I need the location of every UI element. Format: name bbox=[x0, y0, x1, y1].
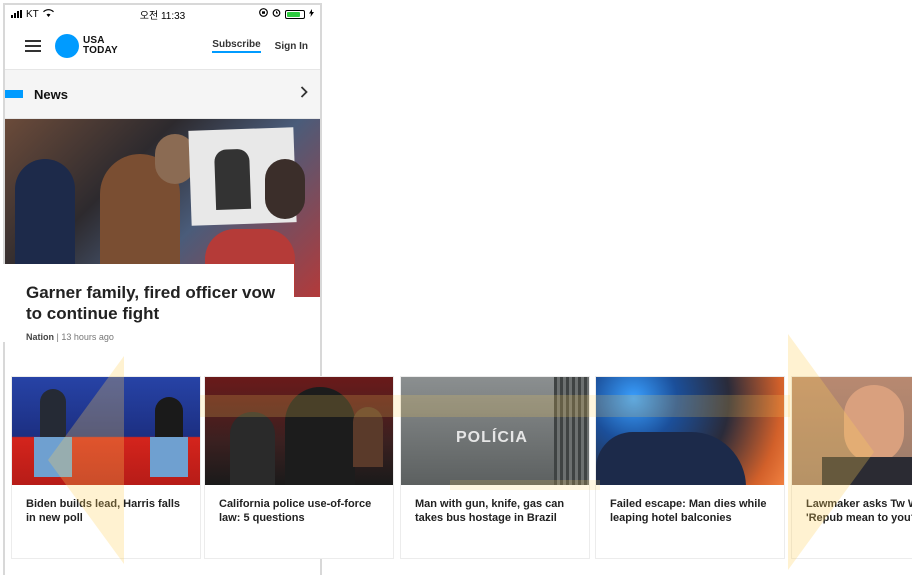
usa-today-logo-icon[interactable] bbox=[55, 34, 79, 58]
story-image bbox=[596, 377, 784, 485]
app-header: USA TODAY Subscribe Sign In bbox=[5, 23, 320, 70]
brand-logo-text[interactable]: USA TODAY bbox=[83, 36, 118, 56]
status-bar: KT 오전 11:33 bbox=[5, 5, 320, 23]
status-time: 오전 11:33 bbox=[139, 10, 186, 22]
swipe-hint-highlight bbox=[200, 395, 790, 417]
swipe-hint-highlight bbox=[450, 480, 600, 490]
hero-meta: Nation | 13 hours ago bbox=[26, 332, 278, 342]
hero-headline[interactable]: Garner family, fired officer vow to cont… bbox=[26, 282, 278, 324]
hero-category[interactable]: Nation bbox=[26, 332, 54, 342]
chevron-right-icon[interactable] bbox=[300, 85, 308, 103]
hero-age: 13 hours ago bbox=[61, 332, 114, 342]
story-caption[interactable]: Failed escape: Man dies while leaping ho… bbox=[596, 485, 784, 525]
sign-in-link[interactable]: Sign In bbox=[275, 41, 308, 52]
hero-story-card[interactable]: Garner family, fired officer vow to cont… bbox=[2, 264, 294, 342]
section-accent-bar bbox=[5, 90, 23, 98]
image-text: POLÍCIA bbox=[456, 429, 528, 446]
swipe-left-arrow-icon bbox=[48, 356, 124, 564]
story-caption[interactable]: Man with gun, knife, gas can takes bus h… bbox=[401, 485, 589, 525]
menu-icon[interactable] bbox=[25, 40, 41, 52]
story-image: POLÍCIA bbox=[401, 377, 589, 485]
battery-icon bbox=[285, 9, 305, 19]
story-caption[interactable]: California police use-of-force law: 5 qu… bbox=[205, 485, 393, 525]
section-title: News bbox=[34, 86, 68, 102]
subscribe-link[interactable]: Subscribe bbox=[212, 39, 261, 53]
swipe-right-arrow-icon bbox=[788, 334, 874, 570]
section-header[interactable]: News bbox=[5, 70, 320, 119]
story-image bbox=[205, 377, 393, 485]
brand-line2: TODAY bbox=[83, 45, 118, 56]
